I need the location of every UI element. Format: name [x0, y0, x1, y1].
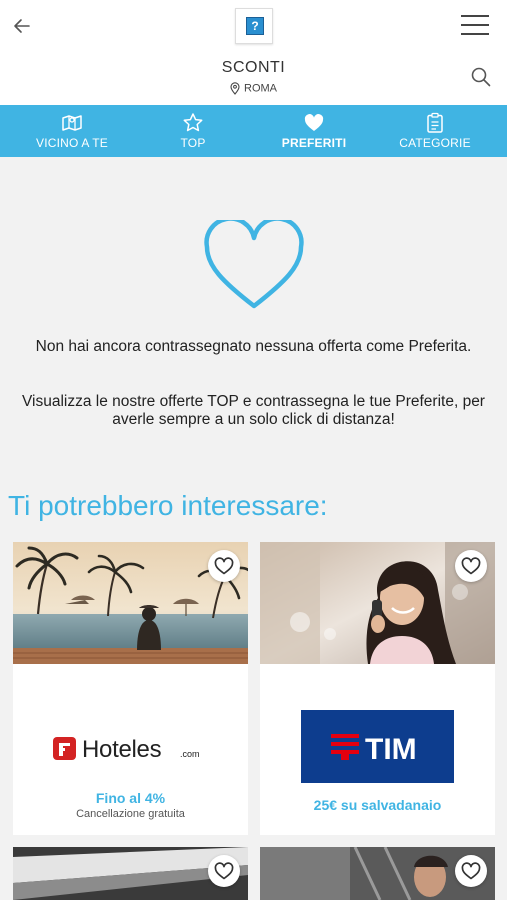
tab-categorie[interactable]: CATEGORIE: [375, 105, 495, 157]
search-button[interactable]: [470, 66, 492, 88]
back-button[interactable]: [10, 14, 34, 38]
back-arrow-icon: [14, 19, 30, 33]
tab-vicino-a-te[interactable]: VICINO A TE: [12, 105, 132, 157]
location-text: ROMA: [244, 82, 277, 95]
tab-label: CATEGORIE: [399, 136, 471, 150]
app-logo[interactable]: ?: [235, 8, 273, 44]
hoteles-wordmark: Hoteles: [82, 736, 162, 763]
favorite-button[interactable]: [455, 855, 487, 887]
offer-card-hoteles[interactable]: Hoteles .com Fino al 4% Cancellazione gr…: [13, 542, 248, 835]
empty-state-hint: Visualizza le nostre offerte TOP e contr…: [22, 393, 485, 428]
tab-preferiti[interactable]: PREFERITI: [254, 105, 374, 157]
tim-wordmark: TIM: [365, 733, 417, 766]
map-icon: [62, 115, 82, 131]
tab-top[interactable]: TOP: [133, 105, 253, 157]
search-icon: [471, 67, 491, 87]
star-icon: [183, 113, 203, 132]
tab-label: VICINO A TE: [35, 136, 108, 150]
offer-title: Fino al 4%: [95, 790, 166, 806]
logo-mark: ?: [246, 17, 264, 35]
location-label[interactable]: ROMA: [0, 82, 507, 95]
empty-favorites-heart-icon: [204, 220, 304, 309]
tab-bar: VICINO A TE TOP PREFERITI CATEGORIE: [0, 105, 507, 157]
offer-card-partial-2[interactable]: [260, 847, 495, 900]
tab-label: TOP: [180, 136, 206, 150]
tim-logo: TIM: [301, 710, 454, 783]
offer-title: 25€ su salvadanaio: [313, 797, 442, 813]
offer-subtitle: Cancellazione gratuita: [76, 808, 185, 820]
empty-state-message: Non hai ancora contrassegnato nessuna of…: [35, 338, 472, 355]
tab-label: PREFERITI: [281, 136, 347, 150]
heart-icon: [304, 114, 324, 131]
favorite-button[interactable]: [208, 855, 240, 887]
hamburger-icon: [461, 15, 489, 17]
offer-card-tim[interactable]: TIM 25€ su salvadanaio: [260, 542, 495, 835]
clipboard-icon: [427, 112, 443, 133]
heart-outline-icon: [461, 557, 481, 575]
page-title: SCONTI: [221, 59, 286, 76]
menu-button[interactable]: [461, 13, 489, 37]
location-pin-icon: [230, 82, 240, 95]
suggestions-title: Ti potrebbero interessare:: [8, 490, 328, 521]
heart-outline-icon: [214, 862, 234, 880]
heart-outline-icon: [461, 862, 481, 880]
hoteles-logo: Hoteles .com: [53, 734, 208, 764]
favorite-button[interactable]: [208, 550, 240, 582]
offer-card-partial-1[interactable]: [13, 847, 248, 900]
hoteles-wordmark-suffix: .com: [180, 749, 200, 759]
app-header: ? SCONTI ROMA: [0, 0, 507, 105]
heart-outline-icon: [214, 557, 234, 575]
favorite-button[interactable]: [455, 550, 487, 582]
